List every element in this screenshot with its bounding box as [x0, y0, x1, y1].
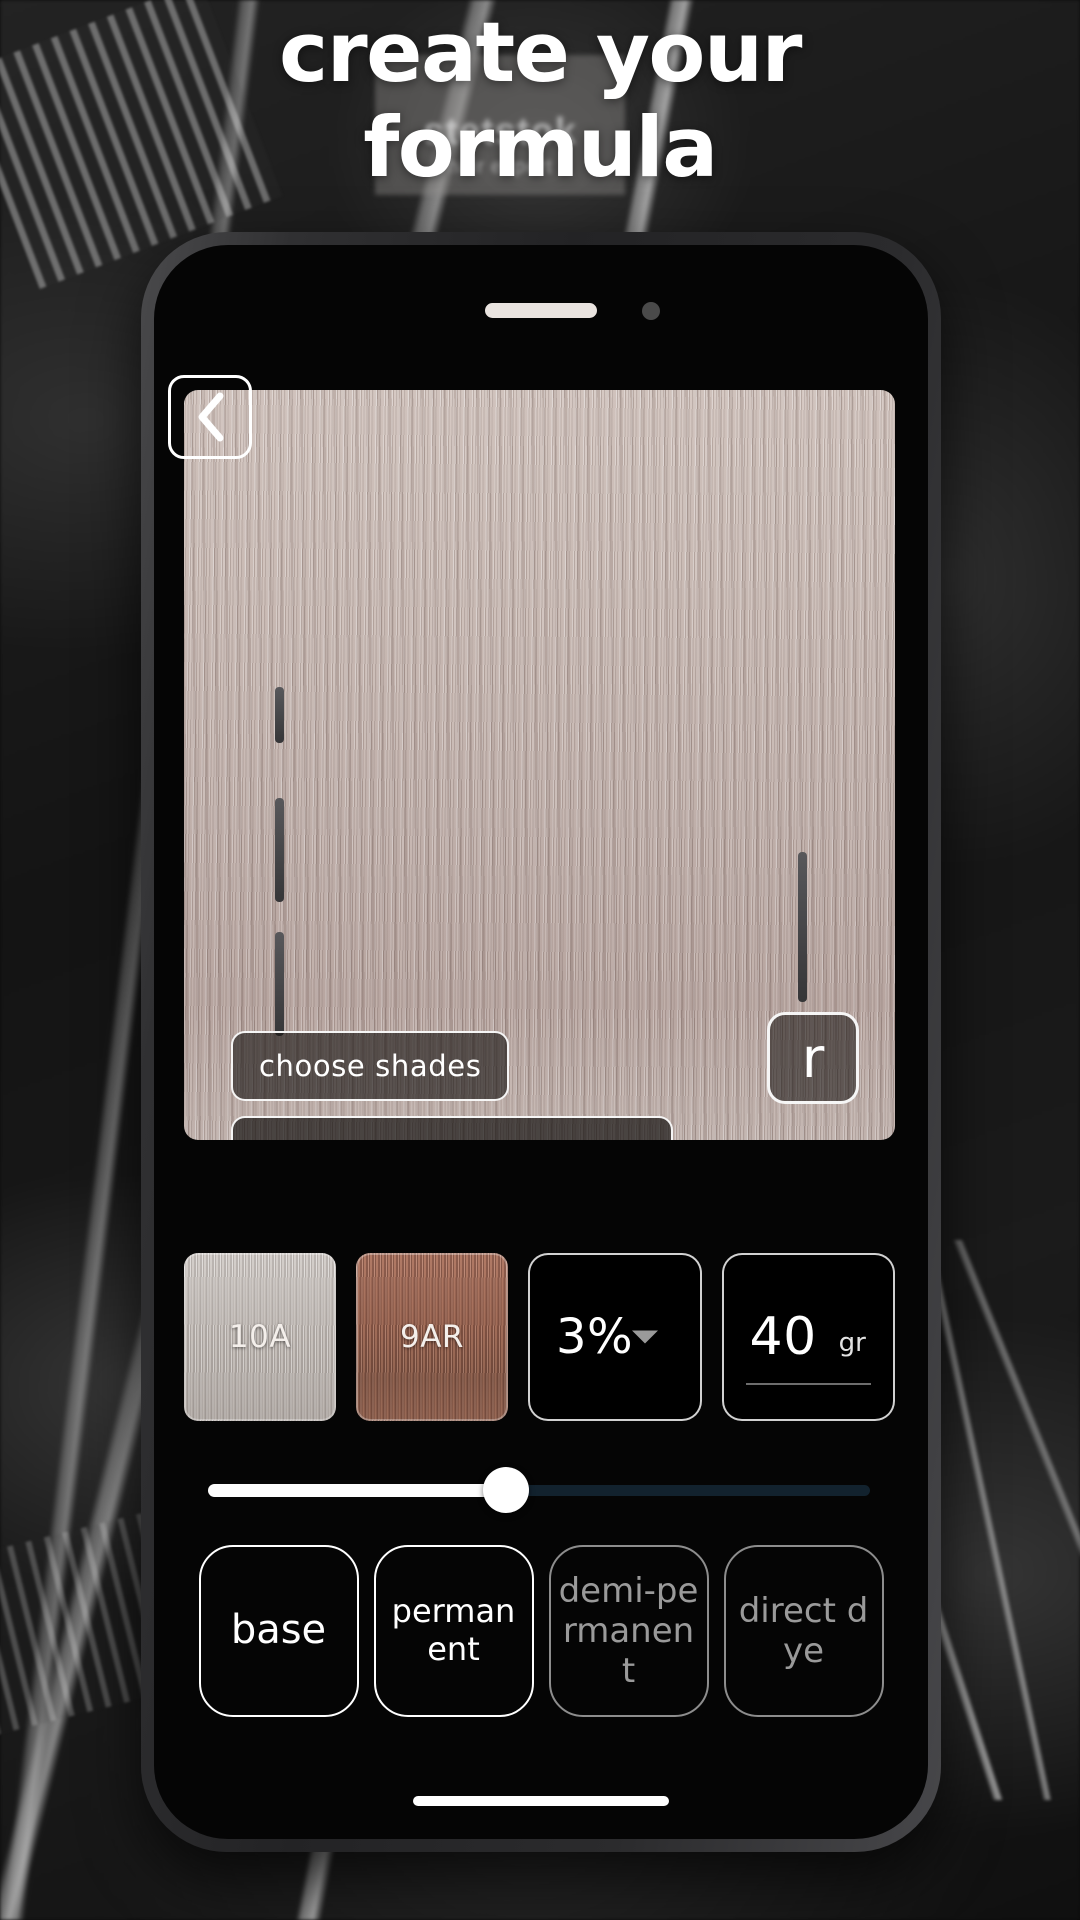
chevron-down-icon: [631, 1330, 658, 1344]
amount-value: 40: [749, 1307, 817, 1367]
type-button-base[interactable]: base: [198, 1545, 359, 1717]
developer-select[interactable]: 3%: [528, 1253, 702, 1421]
amount-slider[interactable]: [208, 1467, 870, 1513]
amount-input[interactable]: 40 gr: [721, 1253, 895, 1421]
type-button-permanent[interactable]: permanent: [373, 1545, 534, 1717]
type-button-demi-permanent[interactable]: demi-permanent: [548, 1545, 709, 1717]
phone-power-button[interactable]: [798, 852, 807, 1002]
shade-selector-row: 10A 9AR 3% 40 gr: [184, 1253, 895, 1421]
shade-swatch-10a-label: 10A: [228, 1319, 292, 1355]
amount-input-underline: [745, 1383, 871, 1385]
hair-swatch-preview: choose shades 10A(22gr) + 9AR(18gr) + 3%…: [184, 390, 895, 1140]
amount-unit: gr: [838, 1328, 866, 1358]
slider-thumb[interactable]: [482, 1467, 529, 1513]
front-camera-icon: [642, 302, 660, 320]
shade-swatch-10a[interactable]: 10A: [184, 1253, 336, 1421]
color-type-row: base permanent demi-permanent direct dye: [166, 1545, 916, 1717]
chevron-left-icon: [193, 391, 227, 443]
reset-formula-button[interactable]: r: [767, 1012, 859, 1104]
slider-track-remaining: [502, 1485, 870, 1496]
headline: create your formula: [0, 4, 1080, 196]
back-button[interactable]: [168, 375, 252, 459]
speaker-grille-icon: [485, 303, 597, 318]
choose-shades-button[interactable]: choose shades: [231, 1031, 510, 1101]
phone-mockup: choose shades 10A(22gr) + 9AR(18gr) + 3%…: [141, 232, 941, 1852]
formula-display[interactable]: 10A(22gr) + 9AR(18gr) + 3%(40gr): [231, 1116, 673, 1140]
slider-track-filled: [208, 1484, 503, 1497]
phone-screen: choose shades 10A(22gr) + 9AR(18gr) + 3%…: [154, 245, 928, 1839]
headline-line-1: create your: [279, 4, 802, 101]
home-indicator[interactable]: [413, 1796, 669, 1806]
headline-line-2: formula: [363, 98, 718, 196]
developer-value: 3%: [556, 1309, 634, 1365]
phone-silent-switch[interactable]: [275, 687, 284, 743]
shade-swatch-9ar-label: 9AR: [400, 1319, 464, 1355]
shade-swatch-9ar[interactable]: 9AR: [356, 1253, 508, 1421]
type-button-direct-dye[interactable]: direct dye: [723, 1545, 884, 1717]
phone-volume-up-button[interactable]: [275, 798, 284, 902]
phone-volume-down-button[interactable]: [275, 932, 284, 1036]
